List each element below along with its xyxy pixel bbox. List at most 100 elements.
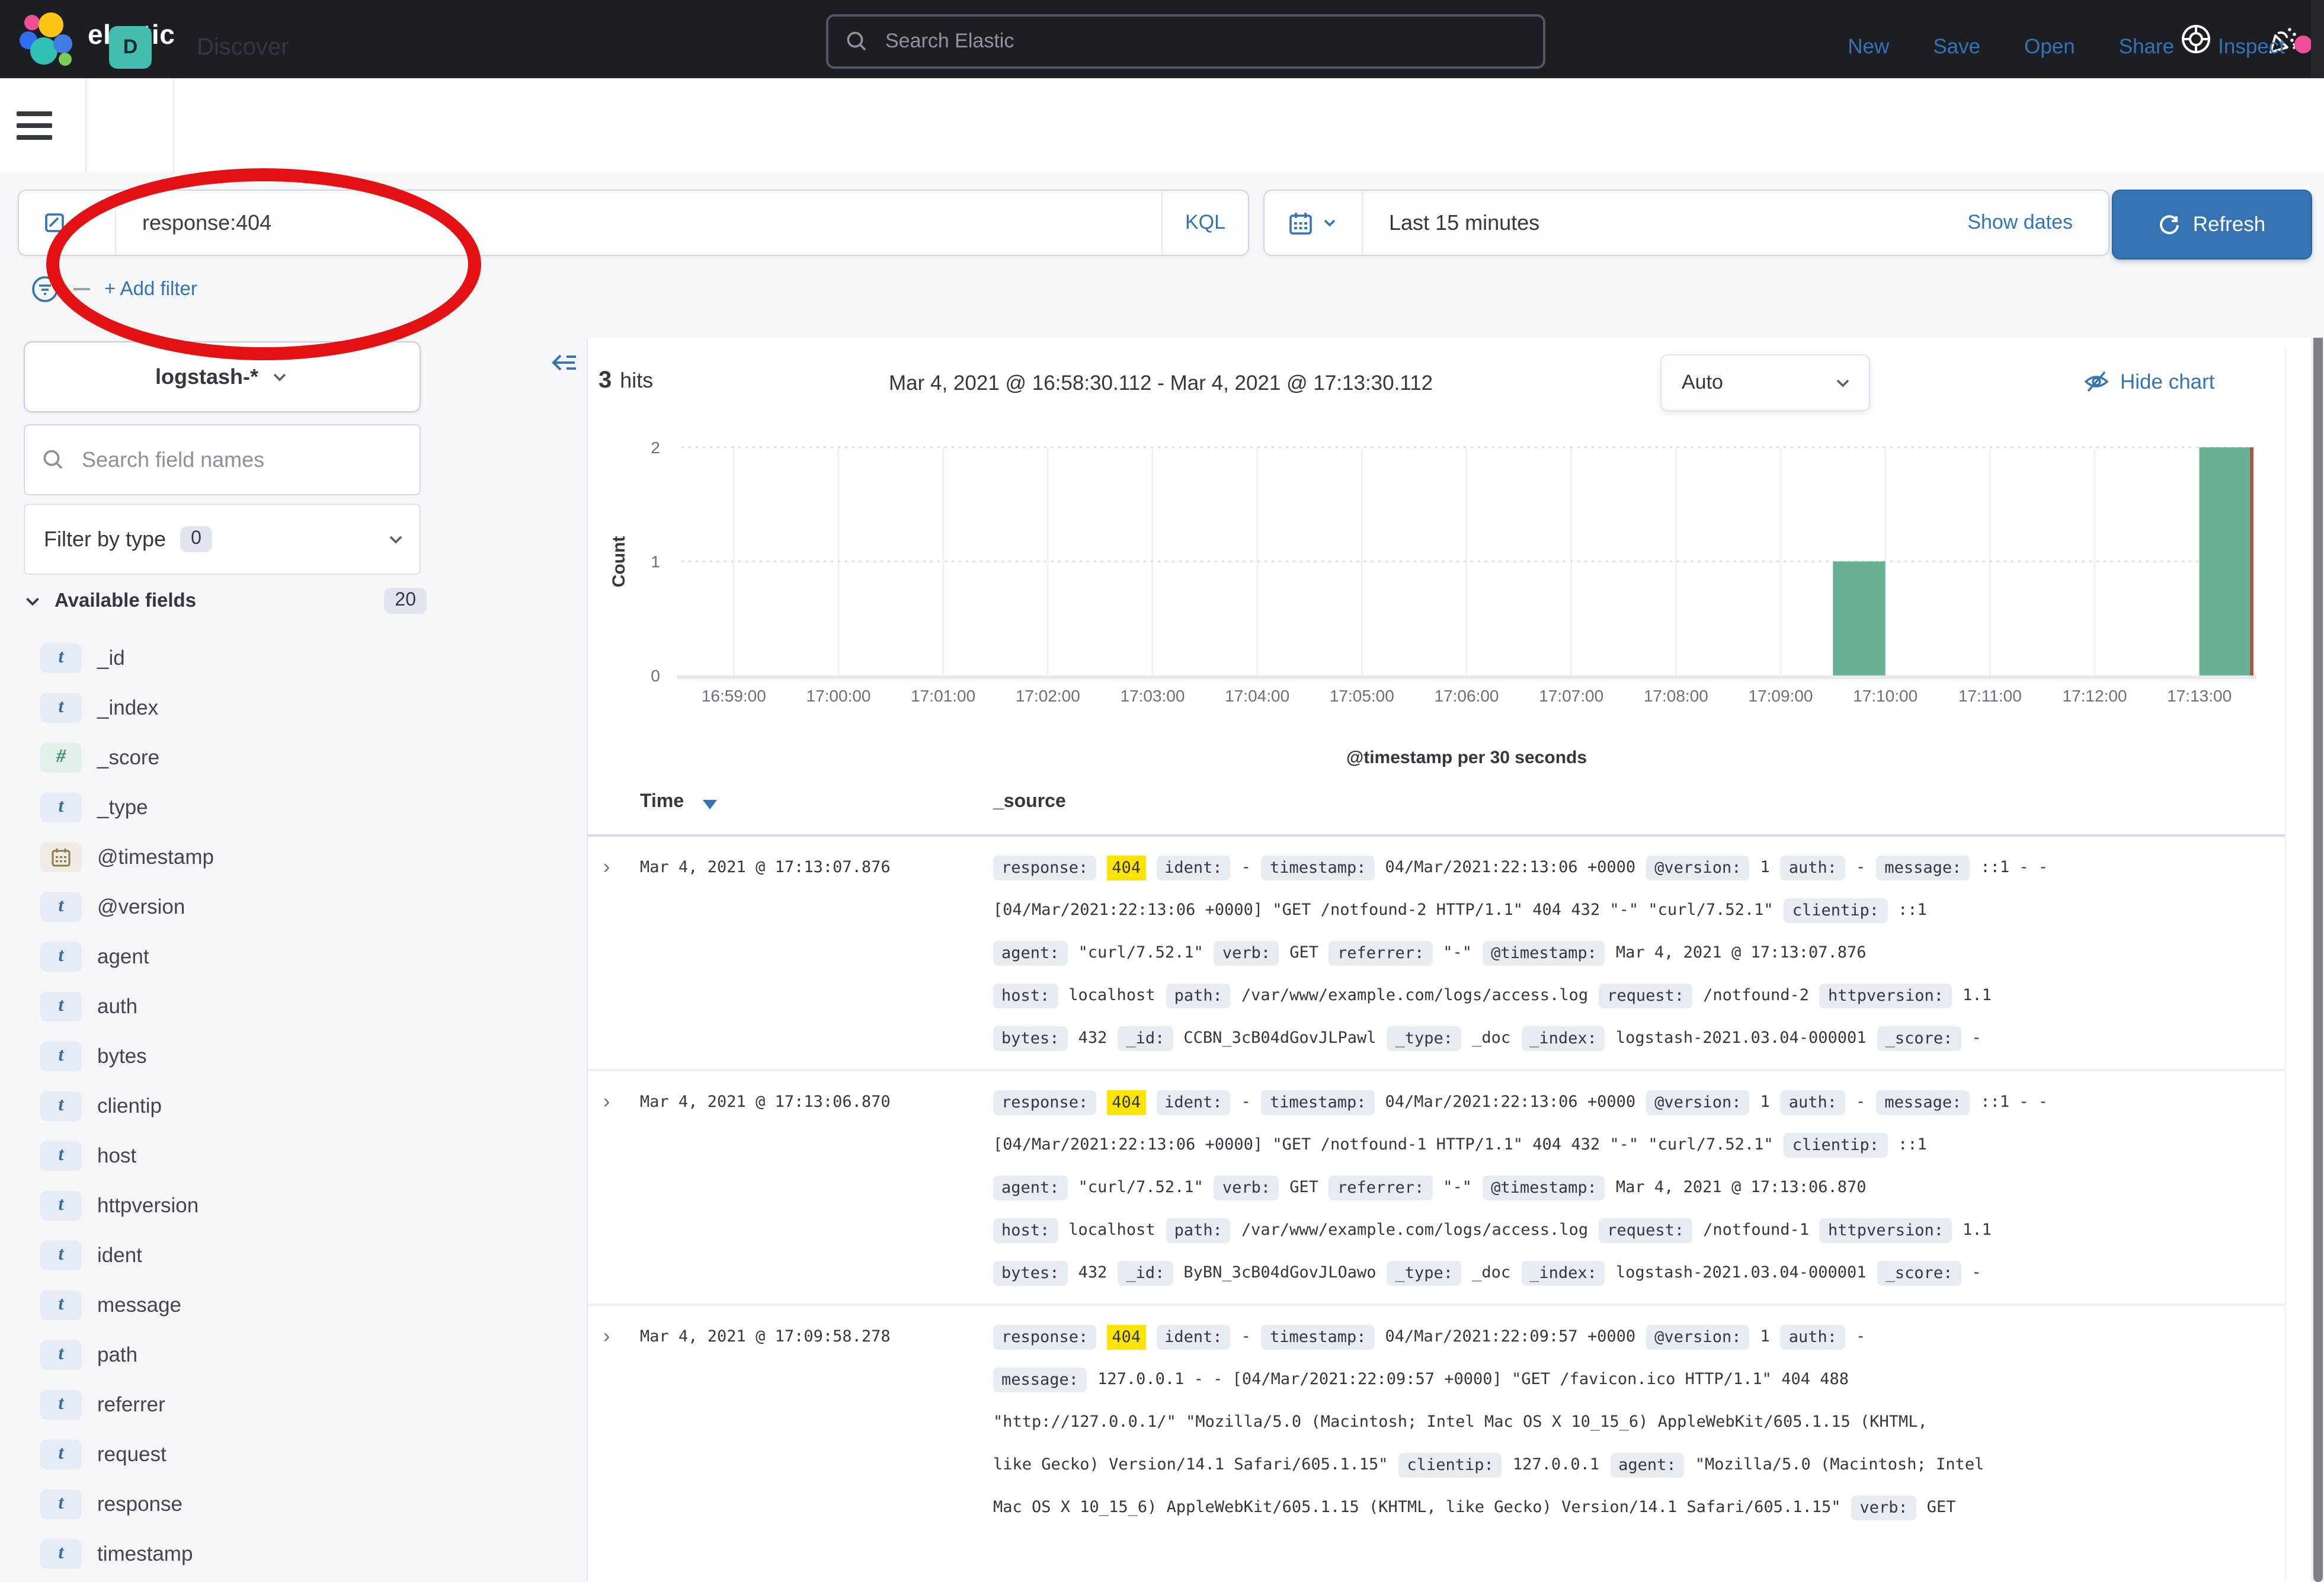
sort-desc-icon[interactable] [703, 800, 717, 809]
available-fields-count: 20 [384, 588, 427, 614]
x-tick-label: 17:09:00 [1749, 687, 1813, 705]
table-row: ›Mar 4, 2021 @ 17:09:58.278response:404i… [588, 1306, 2285, 1538]
x-tick-label: 17:05:00 [1330, 687, 1394, 705]
nav-action-save[interactable]: Save [1933, 34, 1980, 59]
field-item-httpversion[interactable]: t httpversion [40, 1180, 562, 1230]
field-pill: response: [993, 1324, 1096, 1349]
field-item-bytes[interactable]: tbytes [40, 1031, 562, 1081]
field-value: localhost [1068, 1221, 1155, 1240]
field-item-@version[interactable]: t@version [40, 882, 562, 931]
nav-action-open[interactable]: Open [2024, 34, 2075, 59]
source-line: agent:"curl/7.52.1"verb:GETreferrer:"-"@… [993, 931, 2285, 974]
collapse-sidebar-icon[interactable] [550, 348, 578, 377]
field-pill: httpversion: [1820, 1218, 1952, 1242]
filter-by-type-select[interactable]: Filter by type 0 [24, 504, 421, 575]
field-value: _doc [1472, 1029, 1510, 1048]
add-filter-button[interactable]: + Add filter [104, 278, 197, 300]
field-item-referrer[interactable]: treferrer [40, 1379, 562, 1429]
app-badge[interactable]: D [109, 26, 152, 69]
refresh-button[interactable]: Refresh [2112, 190, 2312, 260]
global-search-input[interactable] [883, 28, 1504, 55]
field-search[interactable] [24, 424, 421, 495]
field-pill: _index: [1521, 1026, 1605, 1051]
date-field-icon [40, 842, 82, 872]
source-column-header[interactable]: _source [993, 792, 1066, 813]
field-item-_type[interactable]: t_type [40, 782, 562, 832]
x-tick-label: 16:59:00 [702, 687, 766, 705]
field-item-@timestamp[interactable]: @timestamp [40, 832, 562, 882]
field-value: ::1 - - [1980, 858, 2048, 877]
source-line: [04/Mar/2021:22:13:06 +0000] "GET /notfo… [993, 889, 2285, 931]
filter-icon[interactable] [31, 275, 59, 303]
field-item-request[interactable]: trequest [40, 1429, 562, 1479]
histogram-bar[interactable] [2200, 447, 2252, 675]
field-item-message[interactable]: tmessage [40, 1280, 562, 1330]
field-item-clientip[interactable]: tclientip [40, 1081, 562, 1131]
field-value: - [1971, 1263, 1981, 1282]
hide-chart-button[interactable]: Hide chart [2083, 369, 2215, 395]
nav-action-share[interactable]: Share [2119, 34, 2174, 59]
nav-action-inspect[interactable]: Inspect [2218, 34, 2285, 59]
field-value: /notfound-2 [1703, 986, 1809, 1005]
field-item-auth[interactable]: tauth [40, 981, 562, 1031]
string-field-icon: t [40, 1190, 82, 1220]
interval-select[interactable]: Auto [1660, 354, 1870, 411]
field-name: referrer [97, 1392, 165, 1417]
hits-count: 3 [598, 367, 612, 395]
field-item-path[interactable]: tpath [40, 1330, 562, 1379]
field-item-_id[interactable]: t_id [40, 633, 562, 683]
quick-select-time-button[interactable] [1265, 191, 1363, 255]
field-value: ::1 - - [1980, 1093, 2048, 1112]
source-line: bytes:432_id:CCBN_3cB04dGovJLPawl_type:_… [993, 1017, 2285, 1059]
nav-action-new[interactable]: New [1848, 34, 1889, 59]
field-value: 1.1 [1963, 986, 1992, 1005]
y-tick-label: 0 [651, 667, 660, 685]
available-fields-header[interactable]: Available fields 20 [24, 583, 427, 619]
histogram-bar[interactable] [1833, 562, 1885, 676]
global-search[interactable] [826, 14, 1545, 69]
field-item-response[interactable]: tresponse [40, 1479, 562, 1529]
field-pill: message: [993, 1367, 1087, 1392]
field-search-input[interactable] [79, 446, 380, 473]
index-pattern-select[interactable]: logstash-* [24, 341, 421, 412]
field-pill: host: [993, 1218, 1058, 1242]
field-name: httpversion [97, 1193, 199, 1218]
query-language-button[interactable]: KQL [1161, 191, 1248, 255]
field-value: [04/Mar/2021:22:13:06 +0000] "GET /notfo… [993, 1135, 1774, 1154]
field-pill: clientip: [1784, 898, 1887, 923]
expand-row-icon[interactable]: › [588, 846, 640, 1059]
field-item-_score[interactable]: #_score [40, 732, 562, 782]
time-column-header[interactable]: Time [640, 792, 684, 813]
source-line: response:404ident:-timestamp:04/Mar/2021… [993, 846, 2285, 889]
field-item-_index[interactable]: t_index [40, 683, 562, 732]
field-value: 1.1 [1963, 1221, 1992, 1240]
source-line: response:404ident:-timestamp:04/Mar/2021… [993, 1315, 2285, 1358]
field-pill: timestamp: [1262, 1324, 1375, 1349]
elastic-logo-icon[interactable] [19, 11, 76, 68]
query-input[interactable]: response:404 [116, 210, 1161, 235]
table-body: ›Mar 4, 2021 @ 17:13:07.876response:404i… [588, 837, 2285, 1538]
show-dates-button[interactable]: Show dates [1967, 211, 2073, 235]
saved-query-icon [44, 212, 65, 233]
field-item-agent[interactable]: tagent [40, 931, 562, 981]
field-item-ident[interactable]: tident [40, 1230, 562, 1280]
string-field-icon: t [40, 991, 82, 1021]
field-pill: timestamp: [1262, 1090, 1375, 1115]
histogram-chart[interactable]: 16:59:0017:00:0017:01:0017:02:0017:03:00… [587, 427, 2293, 777]
expand-row-icon[interactable]: › [588, 1315, 640, 1529]
time-range-value[interactable]: Last 15 minutes [1363, 210, 1539, 235]
field-name: clientip [97, 1093, 162, 1118]
field-pill: @version: [1646, 1324, 1749, 1349]
field-item-timestamp[interactable]: ttimestamp [40, 1529, 562, 1578]
string-field-icon: t [40, 792, 82, 822]
menu-icon[interactable] [17, 111, 52, 140]
table-row: ›Mar 4, 2021 @ 17:13:06.870response:404i… [588, 1071, 2285, 1306]
field-pill: _score: [1877, 1260, 1961, 1285]
field-pill: ident: [1156, 1324, 1231, 1349]
kibana-discover-page: elastic [0, 0, 2324, 1582]
source-line: [04/Mar/2021:22:13:06 +0000] "GET /notfo… [993, 1123, 2285, 1166]
expand-row-icon[interactable]: › [588, 1081, 640, 1294]
app-nav-bar [0, 78, 2324, 174]
saved-query-menu-button[interactable] [19, 191, 116, 255]
field-item-host[interactable]: thost [40, 1131, 562, 1180]
